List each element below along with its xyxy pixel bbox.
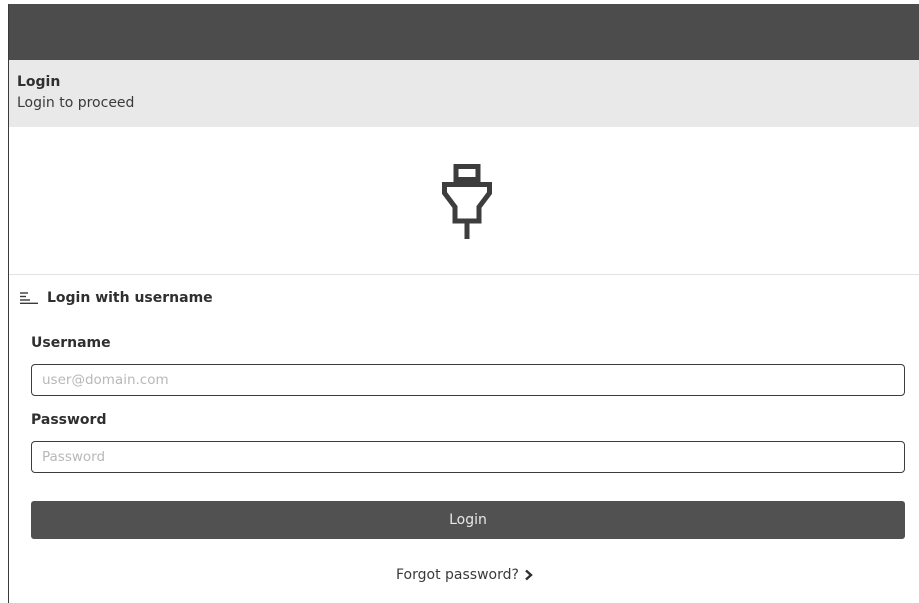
forgot-password-label: Forgot password? bbox=[396, 567, 519, 583]
login-method-title: Login with username bbox=[47, 290, 213, 306]
login-button[interactable]: Login bbox=[31, 501, 905, 539]
forgot-password-link[interactable]: Forgot password? bbox=[396, 567, 533, 583]
top-bar bbox=[8, 4, 919, 60]
password-label: Password bbox=[31, 412, 107, 428]
page-subtitle: Login to proceed bbox=[17, 95, 135, 111]
list-icon bbox=[20, 292, 38, 304]
logo-area bbox=[9, 127, 919, 274]
section-divider bbox=[9, 274, 919, 275]
plug-icon bbox=[442, 164, 492, 239]
username-label: Username bbox=[31, 335, 111, 351]
username-input[interactable] bbox=[31, 364, 905, 396]
login-method-header: Login with username bbox=[20, 288, 213, 308]
login-page: Login Login to proceed Login with userna… bbox=[0, 0, 919, 603]
password-input[interactable] bbox=[31, 441, 905, 473]
chevron-right-icon bbox=[525, 569, 533, 581]
page-header: Login Login to proceed bbox=[9, 60, 919, 127]
page-title: Login bbox=[17, 74, 61, 90]
